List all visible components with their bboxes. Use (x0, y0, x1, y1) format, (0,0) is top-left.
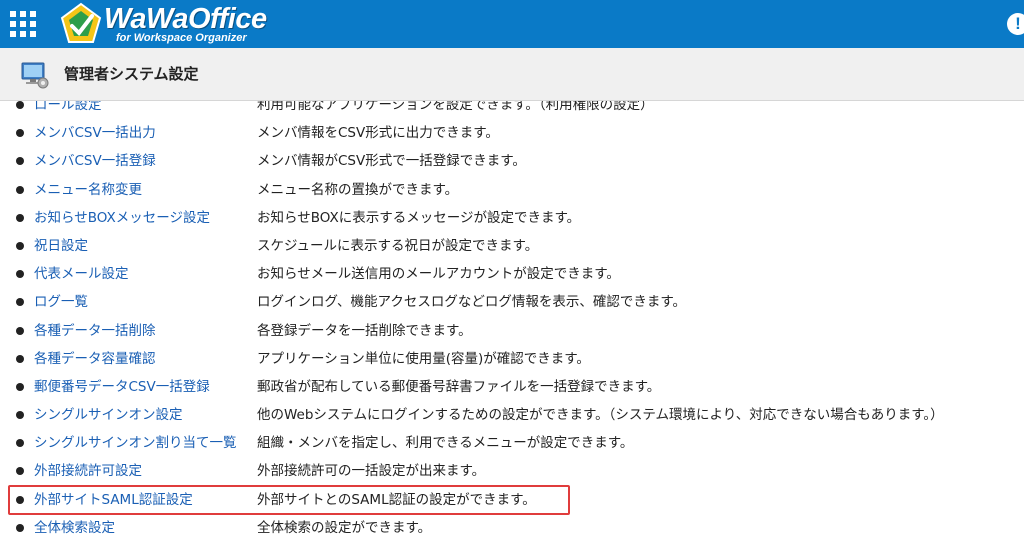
bullet-icon (16, 157, 24, 166)
logo[interactable]: WaWaOffice for Workspace Organizer (58, 2, 308, 46)
bullet-icon (16, 523, 24, 532)
list-item: 祝日設定 スケジュールに表示する祝日が設定できます。 (0, 232, 1024, 260)
logo-mark-icon (60, 2, 102, 43)
bullet-icon (16, 382, 24, 391)
settings-description: メンバ情報がCSV形式で一括登録できます。 (257, 153, 526, 170)
settings-list: ロール設定 利用可能なアプリケーションを設定できます。（利用権限の設定） メンバCS… (0, 101, 1024, 549)
list-item: 全体検索設定 全体検索の設定ができます。 (0, 514, 1024, 542)
bullet-icon (16, 185, 24, 194)
brand-subtitle: for Workspace Organizer (116, 32, 247, 44)
settings-link[interactable]: メニュー名称変更 (34, 176, 142, 204)
settings-list-rows: ロール設定 利用可能なアプリケーションを設定できます。（利用権限の設定） メンバCS… (0, 101, 1024, 542)
settings-link[interactable]: シングルサインオン設定 (34, 401, 183, 429)
list-item: ログ一覧 ログインログ、機能アクセスログなどログ情報を表示、確認できます。 (0, 288, 1024, 316)
alert-icon[interactable]: ! (1007, 13, 1024, 35)
bullet-icon (16, 213, 24, 222)
settings-link[interactable]: 各種データ一括削除 (34, 317, 156, 345)
settings-description: 外部接続許可の一括設定が出来ます。 (257, 463, 486, 480)
list-item: シングルサインオン割り当て一覧 組織・メンバを指定し、利用できるメニューが設定でき… (0, 429, 1024, 457)
bullet-icon (16, 129, 24, 138)
settings-description: お知らせBOXに表示するメッセージが設定できます。 (257, 209, 581, 226)
settings-link[interactable]: メンバCSV一括登録 (34, 147, 156, 175)
settings-link[interactable]: 祝日設定 (34, 232, 88, 260)
settings-link[interactable]: ログ一覧 (34, 288, 88, 316)
bullet-icon (16, 411, 24, 420)
list-item: 各種データ容量確認 アプリケーション単位に使用量(容量)が確認できます。 (0, 345, 1024, 373)
settings-link[interactable]: ロール設定 (34, 101, 102, 119)
settings-description: アプリケーション単位に使用量(容量)が確認できます。 (257, 350, 590, 367)
settings-description: 他のWebシステムにログインするための設定ができます。（システム環境により、対応… (257, 407, 944, 424)
list-item: お知らせBOXメッセージ設定 お知らせBOXに表示するメッセージが設定できます。 (0, 204, 1024, 232)
settings-description: メンバ情報をCSV形式に出力できます。 (257, 125, 499, 142)
page-title-bar: 管理者システム設定 (0, 48, 1024, 101)
settings-description: メニュー名称の置換ができます。 (257, 181, 459, 198)
settings-description: 全体検索の設定ができます。 (257, 519, 432, 536)
app-grid-icon[interactable] (10, 11, 36, 37)
settings-link[interactable]: 外部接続許可設定 (34, 457, 142, 485)
settings-link[interactable]: メンバCSV一括出力 (34, 119, 156, 147)
bullet-icon (16, 298, 24, 307)
list-item: 各種データ一括削除 各登録データを一括削除できます。 (0, 317, 1024, 345)
list-item: シングルサインオン設定 他のWebシステムにログインするための設定ができます。（シ… (0, 401, 1024, 429)
list-item: メニュー名称変更 メニュー名称の置換ができます。 (0, 176, 1024, 204)
brand-name: WaWaOffice (104, 3, 267, 35)
settings-link[interactable]: 代表メール設定 (34, 260, 129, 288)
settings-description: 各登録データを一括削除できます。 (257, 322, 472, 339)
list-item: メンバCSV一括登録 メンバ情報がCSV形式で一括登録できます。 (0, 147, 1024, 175)
settings-link[interactable]: お知らせBOXメッセージ設定 (34, 204, 210, 232)
top-bar: WaWaOffice for Workspace Organizer ! (0, 0, 1024, 48)
bullet-icon (16, 354, 24, 363)
list-item: メンバCSV一括出力 メンバ情報をCSV形式に出力できます。 (0, 119, 1024, 147)
settings-description: 組織・メンバを指定し、利用できるメニューが設定できます。 (257, 435, 634, 452)
list-item: ロール設定 利用可能なアプリケーションを設定できます。（利用権限の設定） (0, 101, 1024, 119)
bullet-icon (16, 241, 24, 250)
list-item: 郵便番号データCSV一括登録 郵政省が配布している郵便番号辞書ファイルを一括登録で… (0, 373, 1024, 401)
bullet-icon (16, 439, 24, 448)
settings-description: 郵政省が配布している郵便番号辞書ファイルを一括登録できます。 (257, 378, 661, 395)
settings-link[interactable]: 各種データ容量確認 (34, 345, 156, 373)
bullet-icon (16, 467, 24, 476)
settings-description: スケジュールに表示する祝日が設定できます。 (257, 237, 539, 254)
list-item: 外部接続許可設定 外部接続許可の一括設定が出来ます。 (0, 457, 1024, 485)
highlight-box (8, 485, 570, 515)
settings-description: 利用可能なアプリケーションを設定できます。（利用権限の設定） (257, 101, 654, 113)
settings-description: ログインログ、機能アクセスログなどログ情報を表示、確認できます。 (257, 294, 687, 311)
settings-description: お知らせメール送信用のメールアカウントが設定できます。 (257, 266, 620, 283)
settings-link[interactable]: シングルサインオン割り当て一覧 (34, 429, 237, 457)
bullet-icon (16, 326, 24, 335)
computer-settings-icon (21, 62, 49, 89)
bullet-icon (16, 270, 24, 279)
bullet-icon (16, 101, 24, 109)
settings-link[interactable]: 全体検索設定 (34, 514, 115, 542)
list-item: 代表メール設定 お知らせメール送信用のメールアカウントが設定できます。 (0, 260, 1024, 288)
settings-link[interactable]: 郵便番号データCSV一括登録 (34, 373, 210, 401)
page-title: 管理者システム設定 (64, 65, 199, 83)
